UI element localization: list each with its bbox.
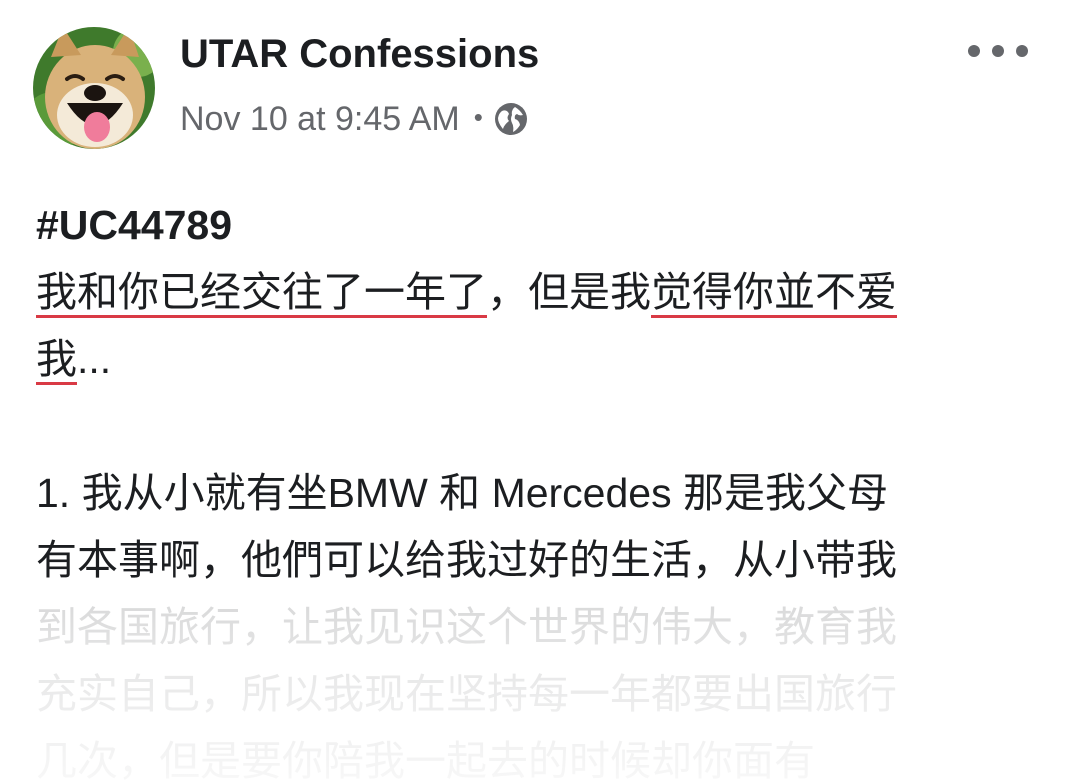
more-dot xyxy=(968,45,980,57)
para-line: 充实自己，所以我现在坚持每一年都要出国旅行 xyxy=(36,671,897,717)
intro-text-underlined: 我 xyxy=(36,336,77,382)
meta-separator: • xyxy=(473,101,483,132)
more-options-icon[interactable] xyxy=(968,36,1028,66)
para-line: 到各国旅行，让我见识这个世界的伟大，教育我 xyxy=(36,604,897,650)
shiba-dog-avatar-icon xyxy=(33,27,155,149)
intro-text-underlined: 我和你已经交往了一年了 xyxy=(36,269,487,315)
intro-line-2: 我... xyxy=(36,326,1046,393)
post-card: UTAR Confessions Nov 10 at 9:45 AM • #UC… xyxy=(0,0,1077,784)
post-timestamp[interactable]: Nov 10 at 9:45 AM xyxy=(180,100,460,139)
para-line: 1. 我从小就有坐BMW 和 Mercedes 那是我父母 xyxy=(36,470,888,516)
more-dot xyxy=(992,45,1004,57)
page-avatar[interactable] xyxy=(33,27,155,149)
para-line: 几次，但是要你陪我一起去的时候却你面有 xyxy=(36,738,815,784)
globe-icon[interactable] xyxy=(493,101,529,137)
para-line: 有本事啊，他們可以给我过好的生活，从小带我 xyxy=(36,537,897,583)
more-dot xyxy=(1016,45,1028,57)
intro-text-underlined: 觉得你並不爱 xyxy=(651,269,897,315)
intro-text: ，但是我 xyxy=(487,269,651,315)
hashtag-link[interactable]: #UC44789 xyxy=(36,202,232,248)
post-meta: Nov 10 at 9:45 AM • xyxy=(180,97,529,141)
post-content: #UC44789 我和你已经交往了一年了，但是我觉得你並不爱 我... 1. 我… xyxy=(36,192,1046,784)
intro-ellipsis: ... xyxy=(77,336,112,382)
intro-line-1: 我和你已经交往了一年了，但是我觉得你並不爱 xyxy=(36,259,1046,326)
hashtag-line: #UC44789 xyxy=(36,192,1046,259)
page-name[interactable]: UTAR Confessions xyxy=(180,32,539,77)
